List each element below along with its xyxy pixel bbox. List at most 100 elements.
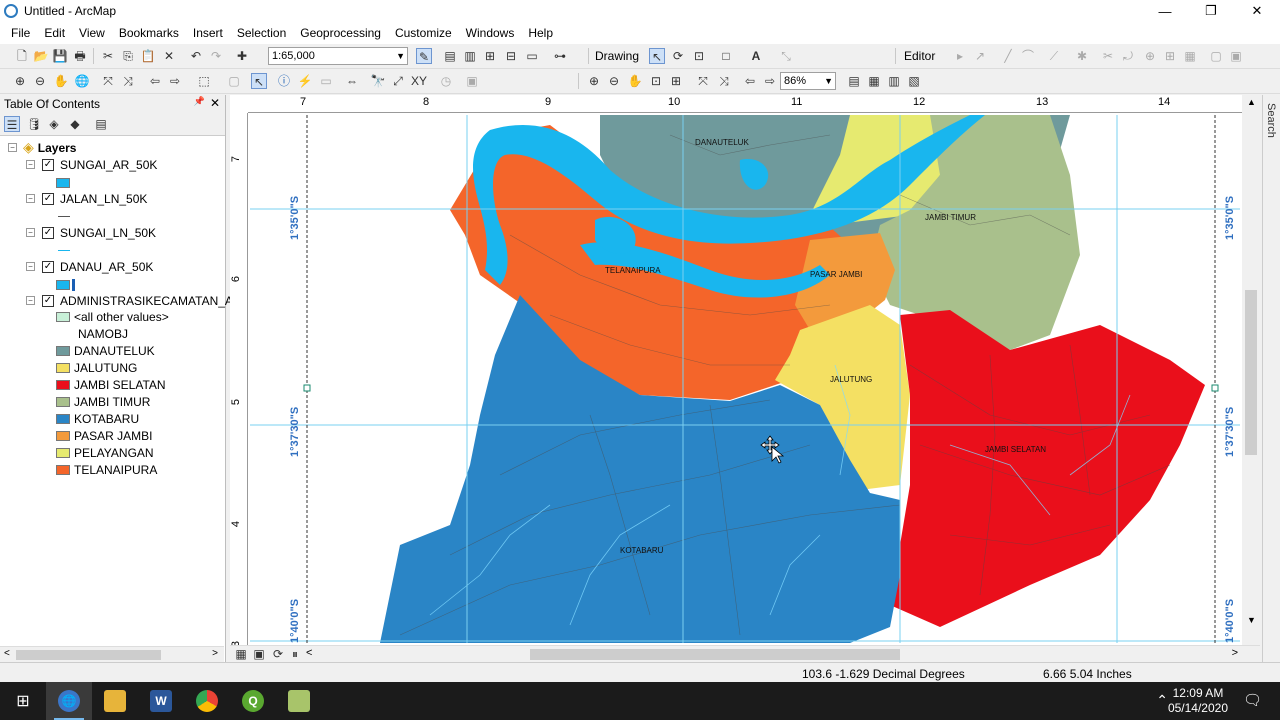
model-builder-icon[interactable]: ⊶: [552, 48, 568, 64]
copy-icon[interactable]: ⎘: [120, 48, 136, 64]
layout-fixed-in-icon[interactable]: ⤧: [695, 73, 711, 89]
menu-selection[interactable]: Selection: [230, 26, 293, 40]
measure-icon[interactable]: ⇔: [344, 73, 360, 89]
start-button[interactable]: ⊞: [0, 682, 46, 720]
find-route-icon[interactable]: ⤢: [390, 73, 406, 89]
save-icon[interactable]: 💾: [52, 48, 68, 64]
select-elements-icon[interactable]: ↖: [649, 48, 665, 64]
find-icon[interactable]: 🔭: [370, 73, 386, 89]
toc-layer-administrasi[interactable]: − ✓ ADMINISTRASIKECAMATAN_AR_: [26, 292, 248, 309]
fixed-zoom-out-icon[interactable]: ⤨: [120, 73, 136, 89]
menu-help[interactable]: Help: [521, 26, 560, 40]
layout-icon[interactable]: ▤: [442, 48, 458, 64]
menu-bookmarks[interactable]: Bookmarks: [112, 26, 186, 40]
toc-horizontal-scrollbar[interactable]: < >: [0, 646, 224, 662]
taskbar-word[interactable]: W: [138, 682, 184, 720]
layer-visibility-checkbox[interactable]: ✓: [42, 260, 54, 273]
straight-segment-icon[interactable]: ╱: [1000, 48, 1016, 64]
layer-visibility-checkbox[interactable]: ✓: [42, 226, 54, 239]
split-tool-icon[interactable]: ✂: [1100, 48, 1116, 64]
toc-layer-jalan-ln[interactable]: − ✓ JALAN_LN_50K: [26, 190, 147, 207]
zoom-out-icon[interactable]: ⊖: [32, 73, 48, 89]
arctoolbox-icon[interactable]: ⊟: [503, 48, 519, 64]
layout-pan-icon[interactable]: ✋: [627, 73, 643, 89]
scroll-thumb[interactable]: [16, 650, 161, 660]
menu-file[interactable]: File: [4, 26, 37, 40]
editor-options-icon[interactable]: ▣: [1228, 48, 1244, 64]
fixed-zoom-in-icon[interactable]: ⤧: [100, 73, 116, 89]
menu-edit[interactable]: Edit: [37, 26, 72, 40]
catalog-icon[interactable]: ▥: [462, 48, 478, 64]
toc-options-icon[interactable]: ▤: [93, 116, 109, 132]
taskbar-arccatalog[interactable]: [276, 682, 322, 720]
html-popup-icon[interactable]: ▭: [318, 73, 334, 89]
select-features-icon[interactable]: ⬚: [196, 73, 212, 89]
layout-view[interactable]: 7 8 9 10 11 12 13 14 7 6 5 4 3 1°35'0"S …: [230, 95, 1260, 662]
toc-layer-sungai-ar[interactable]: − ✓ SUNGAI_AR_50K: [26, 156, 157, 173]
menu-view[interactable]: View: [72, 26, 112, 40]
scroll-thumb[interactable]: [530, 649, 900, 660]
forward-extent-icon[interactable]: ⇨: [167, 73, 183, 89]
refresh-icon[interactable]: ⟳: [270, 646, 286, 662]
menu-geoprocessing[interactable]: Geoprocessing: [293, 26, 388, 40]
scale-combo[interactable]: 1:65,000 ▼: [268, 47, 408, 65]
layers-root[interactable]: − ◈ Layers: [8, 139, 76, 156]
zoom-in-icon[interactable]: ⊕: [12, 73, 28, 89]
data-driven-pages-icon[interactable]: ▧: [906, 73, 922, 89]
end-point-arc-icon[interactable]: ⌒: [1020, 48, 1036, 64]
zoom-page-icon[interactable]: ⊞: [668, 73, 684, 89]
undo-icon[interactable]: ↶: [188, 48, 204, 64]
focus-data-frame-icon[interactable]: ▦: [866, 73, 882, 89]
back-extent-icon[interactable]: ⇦: [147, 73, 163, 89]
expand-icon[interactable]: −: [26, 160, 35, 169]
python-icon[interactable]: ▭: [524, 48, 540, 64]
add-data-icon[interactable]: ✚: [234, 48, 250, 64]
search-tab-label[interactable]: Search: [1265, 103, 1277, 138]
editor-toolbar-icon[interactable]: ✎: [416, 48, 432, 64]
attributes-icon[interactable]: ⊞: [1162, 48, 1178, 64]
select-arrow-icon[interactable]: ↖: [251, 73, 267, 89]
taskbar-chrome[interactable]: [184, 682, 230, 720]
create-features-icon[interactable]: ▢: [1208, 48, 1224, 64]
layout-page[interactable]: 1°35'0"S 1°37'30"S 1°40'0"S 1°35'0"S 1°3…: [250, 115, 1240, 643]
text-tool-icon[interactable]: A: [748, 48, 764, 64]
point-icon[interactable]: ✱: [1074, 48, 1090, 64]
menu-insert[interactable]: Insert: [186, 26, 230, 40]
pause-icon[interactable]: ⏸: [287, 646, 303, 662]
taskbar-arcmap[interactable]: 🌐: [46, 682, 92, 720]
layout-zoom-out-icon[interactable]: ⊖: [606, 73, 622, 89]
time-slider-icon[interactable]: ◷: [438, 73, 454, 89]
layout-vertical-scrollbar[interactable]: ▲ ▼: [1242, 95, 1260, 645]
delete-icon[interactable]: ✕: [161, 48, 177, 64]
go-to-xy-icon[interactable]: XY: [411, 73, 427, 89]
new-document-icon[interactable]: 🗋: [14, 48, 30, 64]
list-by-drawing-order-icon[interactable]: ☰: [4, 116, 20, 132]
layout-zoom-in-icon[interactable]: ⊕: [586, 73, 602, 89]
layout-fixed-out-icon[interactable]: ⤨: [716, 73, 732, 89]
taskbar-file-explorer[interactable]: [92, 682, 138, 720]
hyperlink-icon[interactable]: ⚡: [297, 73, 313, 89]
list-by-source-icon[interactable]: 🛢: [26, 116, 42, 132]
layout-back-icon[interactable]: ⇦: [742, 73, 758, 89]
expand-icon[interactable]: −: [26, 262, 35, 271]
scroll-thumb[interactable]: [1245, 290, 1257, 455]
redo-icon[interactable]: ↷: [208, 48, 224, 64]
zoom-whole-page-icon[interactable]: ⊡: [691, 48, 707, 64]
clear-selection-icon[interactable]: ▢: [226, 73, 242, 89]
layer-visibility-checkbox[interactable]: ✓: [42, 192, 54, 205]
full-extent-icon[interactable]: 🌐: [74, 73, 90, 89]
action-center-icon[interactable]: 🗨: [1243, 691, 1262, 709]
toggle-draft-icon[interactable]: ▤: [846, 73, 862, 89]
paste-icon[interactable]: 📋: [140, 48, 156, 64]
pin-icon[interactable]: 📌: [194, 96, 205, 107]
minimize-button[interactable]: —: [1142, 0, 1188, 22]
layout-zoom-combo[interactable]: 86% ▼: [780, 72, 836, 90]
zoom-100-icon[interactable]: ⊡: [648, 73, 664, 89]
change-layout-icon[interactable]: ▥: [886, 73, 902, 89]
edit-vertices-icon[interactable]: ⤡: [778, 48, 794, 64]
identify-icon[interactable]: ⓘ: [276, 73, 292, 89]
expand-icon[interactable]: −: [26, 296, 35, 305]
pan-icon[interactable]: ✋: [53, 73, 69, 89]
close-button[interactable]: ✕: [1234, 0, 1280, 22]
rotate-tool-icon[interactable]: ⤾: [1120, 48, 1136, 64]
